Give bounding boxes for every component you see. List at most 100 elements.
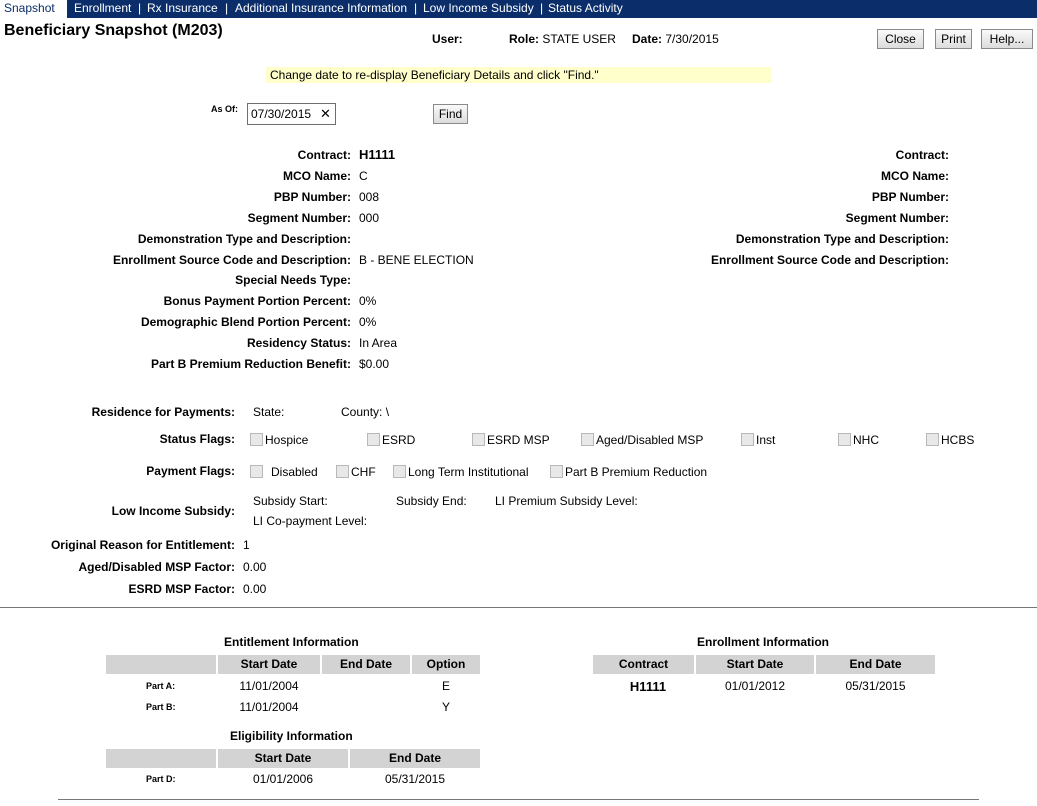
tab-rx-insurance[interactable]: Rx Insurance [147, 0, 218, 18]
payment-flag-checkbox[interactable] [550, 465, 563, 478]
detail-right-label: PBP Number: [871, 189, 949, 204]
detail-right-label: MCO Name: [880, 168, 949, 183]
user-label: User: [432, 32, 463, 46]
section-divider [0, 607, 1037, 608]
detail-value: B - BENE ELECTION [359, 252, 474, 267]
role-value: STATE USER [542, 32, 616, 46]
status-flag-checkbox[interactable] [250, 433, 263, 446]
entitlement-row-label: Part A: [146, 681, 176, 691]
payment-flag-checkbox[interactable] [250, 465, 263, 478]
detail-value: 000 [359, 210, 380, 225]
detail-label: Demographic Blend Portion Percent: [140, 315, 351, 330]
help-button[interactable]: Help... [981, 29, 1033, 49]
enrollment-header-start: Start Date [696, 655, 814, 674]
detail-label: Segment Number: [247, 210, 351, 225]
lis-premium-level: LI Premium Subsidy Level: [495, 494, 638, 508]
detail-label: PBP Number: [273, 189, 351, 204]
detail-label: Bonus Payment Portion Percent: [163, 294, 351, 309]
detail-label: Part B Premium Reduction Benefit: [150, 357, 351, 371]
tab-snapshot[interactable]: Snapshot [0, 0, 67, 18]
status-flags-label: Status Flags: [159, 432, 235, 446]
lis-copay-level: LI Co-payment Level: [253, 514, 368, 528]
entitlement-start: 11/01/2004 [239, 700, 299, 714]
status-flag-label: Aged/Disabled MSP [596, 433, 704, 447]
status-flag-checkbox[interactable] [367, 433, 380, 446]
lis-subsidy-start: Subsidy Start: [253, 494, 328, 508]
entitlement-title: Entitlement Information [224, 635, 359, 649]
tab-additional-insurance[interactable]: Additional Insurance Information [235, 0, 407, 18]
clear-icon[interactable]: ✕ [320, 106, 331, 122]
status-flag-checkbox[interactable] [741, 433, 754, 446]
detail-label: Demonstration Type and Description: [137, 231, 351, 246]
detail-right-label: Demonstration Type and Description: [735, 231, 949, 246]
payment-flag-checkbox[interactable] [336, 465, 349, 478]
enrollment-contract: H1111 [629, 679, 667, 694]
top-nav: Snapshot Enrollment | Rx Insurance | Add… [0, 0, 1037, 18]
detail-value: H1111 [359, 147, 396, 162]
enrollment-end: 05/31/2015 [845, 679, 906, 693]
date-text: Date: 7/30/2015 [632, 32, 719, 46]
detail-right-label: Contract: [895, 148, 949, 162]
eligibility-start: 01/01/2006 [252, 772, 314, 786]
enrollment-start: 01/01/2012 [724, 679, 786, 693]
residence-state: State: [253, 405, 285, 419]
nav-separator: | [414, 1, 418, 15]
enrollment-header-contract: Contract [593, 655, 694, 674]
tab-enrollment[interactable]: Enrollment [74, 0, 131, 18]
tab-low-income-subsidy[interactable]: Low Income Subsidy [423, 0, 534, 18]
detail-value: In Area [359, 336, 398, 351]
asof-date-input[interactable]: 07/30/2015 ✕ [247, 103, 336, 125]
tab-status-activity[interactable]: Status Activity [548, 0, 623, 18]
entitlement-row-label: Part B: [146, 702, 176, 712]
detail-right-label: Enrollment Source Code and Description: [710, 252, 949, 267]
find-button[interactable]: Find [433, 104, 468, 124]
status-flag-checkbox[interactable] [581, 433, 594, 446]
payment-flag-checkbox[interactable] [393, 465, 406, 478]
notice-banner: Change date to re-display Beneficiary De… [266, 67, 771, 83]
detail-label: Special Needs Type: [235, 273, 351, 288]
role-text: Role: STATE USER [509, 32, 616, 46]
print-button[interactable]: Print [935, 29, 972, 49]
residence-label: Residence for Payments: [91, 405, 235, 419]
payment-flags-label: Payment Flags: [146, 464, 235, 478]
factor-label: ESRD MSP Factor: [128, 582, 235, 596]
bottom-divider [58, 799, 979, 800]
detail-right-label: Segment Number: [845, 210, 949, 225]
status-flag-label: Inst [756, 433, 776, 447]
entitlement-start: 11/01/2004 [239, 679, 299, 693]
payment-flag-label: Disabled [271, 465, 318, 479]
detail-label: Residency Status: [246, 336, 351, 351]
eligibility-header-end: End Date [350, 749, 480, 768]
entitlement-header-end: End Date [322, 655, 410, 674]
enrollment-title: Enrollment Information [697, 635, 829, 649]
lis-label: Low Income Subsidy: [111, 504, 235, 518]
factor-value: 1 [243, 538, 250, 552]
status-flag-label: ESRD [382, 433, 416, 447]
status-flag-checkbox[interactable] [926, 433, 939, 446]
detail-value: C [359, 168, 368, 183]
nav-separator: | [225, 1, 229, 15]
status-flag-checkbox[interactable] [472, 433, 485, 446]
entitlement-header-start: Start Date [218, 655, 320, 674]
asof-date-value: 07/30/2015 [251, 107, 312, 121]
factor-label: Aged/Disabled MSP Factor: [78, 560, 235, 574]
eligibility-end: 05/31/2015 [384, 772, 446, 786]
factor-label: Original Reason for Entitlement: [50, 538, 235, 552]
entitlement-option: Y [441, 700, 450, 714]
residence-county: County: \ [341, 405, 390, 419]
detail-value: 008 [359, 189, 380, 204]
factor-value: 0.00 [243, 560, 267, 574]
status-flag-checkbox[interactable] [838, 433, 851, 446]
detail-label: Enrollment Source Code and Description: [112, 252, 351, 267]
page-title: Beneficiary Snapshot (M203) [4, 22, 223, 39]
eligibility-title: Eligibility Information [230, 729, 353, 743]
entitlement-header-option: Option [412, 655, 480, 674]
nav-separator: | [540, 1, 544, 15]
status-flag-label: NHC [853, 433, 879, 447]
payment-flag-label: Long Term Institutional [408, 465, 529, 479]
close-button[interactable]: Close [877, 29, 924, 49]
nav-separator: | [138, 1, 142, 15]
detail-value: 0% [359, 294, 377, 309]
lis-subsidy-end: Subsidy End: [396, 494, 467, 508]
eligibility-header-start: Start Date [218, 749, 348, 768]
